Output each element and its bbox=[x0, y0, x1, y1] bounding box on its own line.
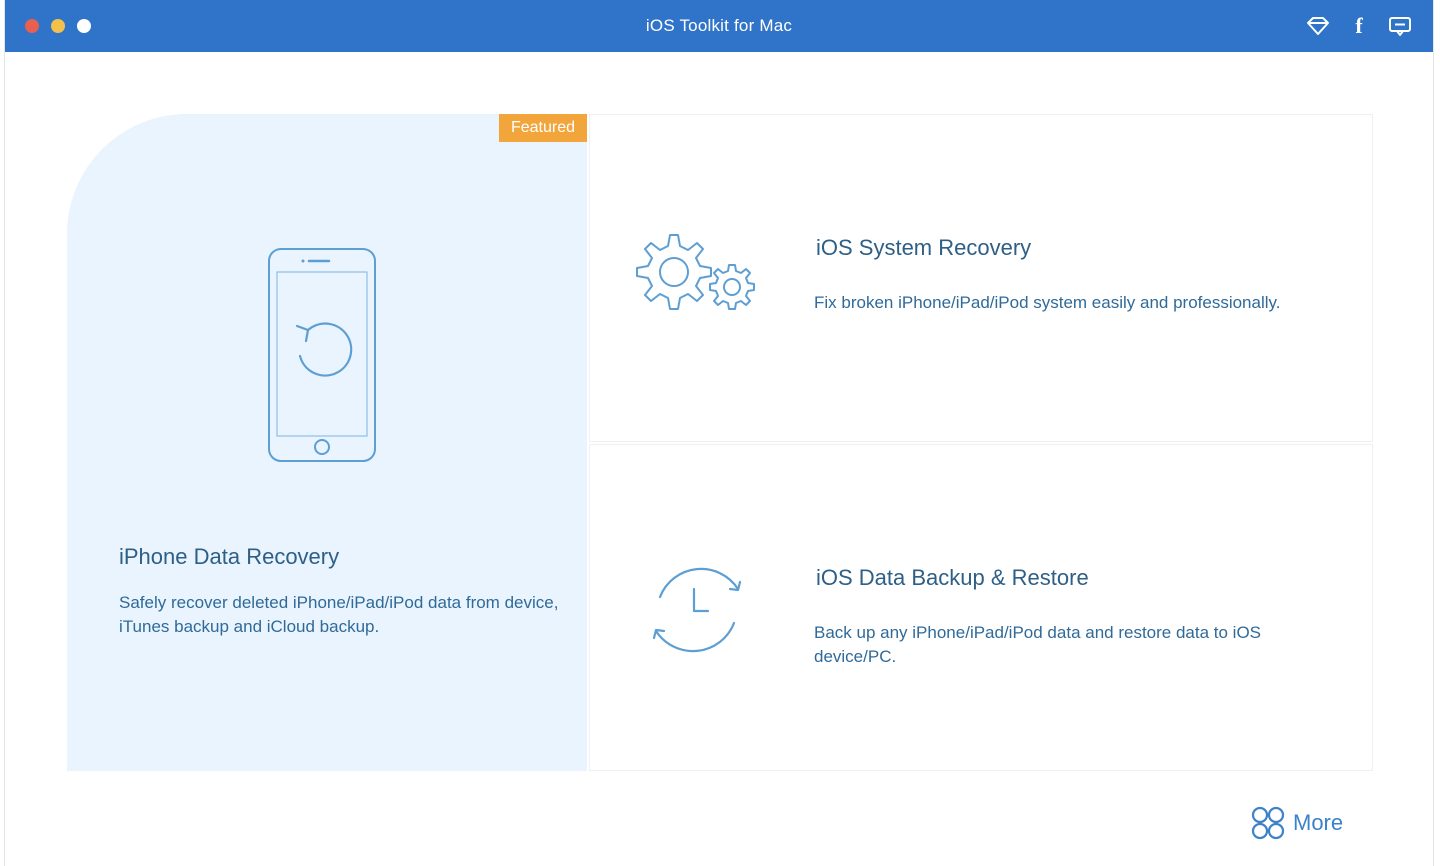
more-grid-icon bbox=[1251, 806, 1285, 840]
phone-recovery-icon bbox=[268, 248, 376, 462]
tool-grid: Featured iPhone Data Recovery Safely rec… bbox=[67, 114, 1373, 771]
iphone-data-recovery-title: iPhone Data Recovery bbox=[119, 544, 340, 569]
more-button[interactable]: More bbox=[1251, 806, 1343, 840]
ios-system-recovery-title: iOS System Recovery bbox=[816, 235, 1032, 260]
iphone-data-recovery-description: Safely recover deleted iPhone/iPad/iPod … bbox=[119, 593, 559, 636]
title-bar: iOS Toolkit for Mac f bbox=[5, 0, 1433, 52]
ios-data-backup-restore-description: Back up any iPhone/iPad/iPod data and re… bbox=[814, 623, 1262, 666]
diamond-icon[interactable] bbox=[1305, 14, 1331, 38]
iphone-data-recovery-card[interactable]: Featured iPhone Data Recovery Safely rec… bbox=[67, 114, 587, 771]
ios-data-backup-restore-title: iOS Data Backup & Restore bbox=[816, 565, 1089, 590]
ios-system-recovery-description: Fix broken iPhone/iPad/iPod system easil… bbox=[814, 293, 1281, 312]
app-window: iOS Toolkit for Mac f Featured iPhone Da… bbox=[4, 0, 1434, 866]
clock-sync-icon bbox=[652, 567, 742, 653]
featured-badge: Featured bbox=[499, 114, 587, 142]
feedback-icon[interactable] bbox=[1387, 14, 1413, 38]
ios-data-backup-restore-card[interactable]: iOS Data Backup & Restore Back up any iP… bbox=[589, 444, 1373, 771]
ios-system-recovery-card[interactable]: iOS System Recovery Fix broken iPhone/iP… bbox=[589, 114, 1373, 442]
facebook-icon[interactable]: f bbox=[1346, 13, 1372, 38]
gears-icon bbox=[636, 234, 755, 310]
window-title: iOS Toolkit for Mac bbox=[645, 16, 793, 35]
more-label: More bbox=[1293, 810, 1344, 835]
